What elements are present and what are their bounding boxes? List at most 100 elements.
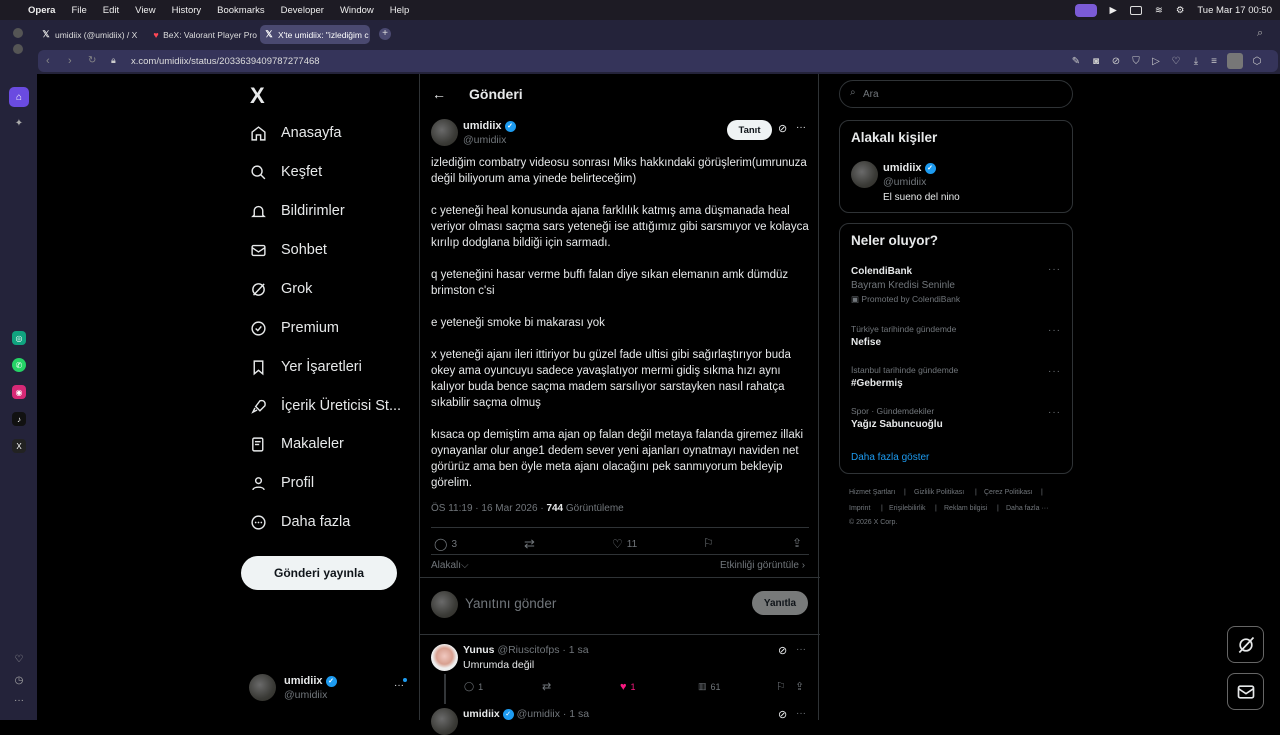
- nav-premium[interactable]: Premium: [249, 313, 339, 343]
- author-avatar[interactable]: [431, 119, 458, 146]
- adblock-icon[interactable]: ⊘: [1110, 55, 1122, 67]
- control-center-icon[interactable]: ⚙: [1176, 5, 1185, 16]
- home-icon[interactable]: ⌂: [9, 87, 29, 107]
- url-text[interactable]: x.com/umidiix/status/2033639409787277468: [131, 56, 320, 67]
- heart-icon[interactable]: ♡: [1170, 55, 1182, 67]
- author-handle[interactable]: @umidiix: [463, 134, 506, 146]
- back-icon[interactable]: ‹: [46, 55, 50, 67]
- nav-profile[interactable]: Profil: [249, 468, 314, 498]
- more-icon[interactable]: ···: [394, 680, 404, 691]
- footer-link[interactable]: Reklam bilgisi: [944, 505, 987, 512]
- back-arrow-icon[interactable]: ←: [432, 86, 446, 102]
- vpn-icon[interactable]: ⛉: [1130, 55, 1142, 67]
- download-icon[interactable]: ⤓: [1190, 55, 1202, 67]
- heart-icon[interactable]: ♡: [9, 649, 29, 669]
- bookmark-icon[interactable]: ⚐: [776, 680, 786, 693]
- menu-developer[interactable]: Developer: [281, 5, 324, 16]
- grok-icon[interactable]: ⊘: [778, 644, 787, 657]
- more-icon[interactable]: ···: [1048, 407, 1061, 418]
- whatsapp-icon[interactable]: ✆: [12, 358, 26, 372]
- menu-help[interactable]: Help: [390, 5, 410, 16]
- reply-avatar[interactable]: [431, 644, 458, 671]
- more-icon[interactable]: ···: [796, 122, 806, 133]
- reply-handle[interactable]: @Riuscitofps: [497, 644, 559, 656]
- more-icon[interactable]: ···: [9, 690, 29, 710]
- footer-link[interactable]: Daha fazla ···: [1006, 505, 1048, 512]
- profile-avatar-icon[interactable]: [1227, 53, 1243, 69]
- nav-creator-studio[interactable]: İçerik Üreticisi St...: [249, 391, 401, 421]
- reply-author[interactable]: umidiix: [463, 708, 500, 720]
- new-tab-button[interactable]: +: [379, 28, 391, 40]
- author-name[interactable]: umidiix ✓: [463, 120, 516, 132]
- nav-more[interactable]: Daha fazla: [249, 507, 350, 537]
- retweet-icon[interactable]: ⇄: [524, 536, 535, 552]
- reply-author[interactable]: Yunus: [463, 644, 495, 656]
- footer-link[interactable]: Hizmet Şartları: [849, 489, 895, 496]
- nav-home[interactable]: Anasayfa: [249, 118, 341, 148]
- promote-button[interactable]: Tanıt: [727, 120, 772, 140]
- tab-valorant[interactable]: ♥ BeX: Valorant Player Pro: [149, 25, 257, 44]
- messages-fab[interactable]: [1227, 673, 1264, 710]
- instagram-icon[interactable]: ◉: [12, 385, 26, 399]
- reply-time[interactable]: · 1 sa: [563, 708, 589, 720]
- tab-search-icon[interactable]: ⌕: [1257, 27, 1263, 40]
- like-action[interactable]: ♥ 1: [620, 681, 636, 693]
- reply-avatar[interactable]: [431, 708, 458, 735]
- view-activity-link[interactable]: Etkinliği görüntüle ›: [720, 560, 805, 571]
- grok-icon[interactable]: ⊘: [778, 122, 787, 135]
- play-icon[interactable]: ▶: [1110, 5, 1117, 16]
- grok-icon[interactable]: ⊘: [778, 708, 787, 721]
- tab-status[interactable]: 𝕏 X'te umidiix: "izlediğim c: [260, 25, 370, 44]
- share-icon[interactable]: ⇪: [792, 536, 802, 550]
- share-icon[interactable]: ⇪: [795, 680, 804, 693]
- post-button[interactable]: Gönderi yayınla: [241, 556, 397, 590]
- footer-link[interactable]: Erişilebilirlik: [889, 505, 926, 512]
- edit-icon[interactable]: ✎: [1070, 55, 1082, 67]
- rocket-icon[interactable]: ✦: [9, 113, 29, 133]
- reply-action[interactable]: ◯ 1: [464, 681, 483, 692]
- retweet-icon[interactable]: ⇄: [542, 680, 551, 693]
- clock[interactable]: Tue Mar 17 00:50: [1197, 5, 1272, 16]
- menu-app-name[interactable]: Opera: [28, 5, 55, 16]
- trend-item[interactable]: Türkiye tarihinde gündemde Nefise: [851, 324, 956, 348]
- more-icon[interactable]: ···: [1048, 325, 1061, 336]
- account-switcher[interactable]: umidiix ✓ @umidiix ···: [249, 672, 409, 704]
- views-action[interactable]: ▥ 61: [698, 681, 721, 692]
- camera-icon[interactable]: ◙: [1090, 55, 1102, 67]
- more-icon[interactable]: ···: [796, 708, 806, 719]
- menu-window[interactable]: Window: [340, 5, 374, 16]
- search-box[interactable]: ⌕ Ara: [839, 80, 1073, 108]
- footer-link[interactable]: Imprint: [849, 505, 870, 512]
- nav-bookmarks[interactable]: Yer İşaretleri: [249, 352, 362, 382]
- nav-chat[interactable]: Sohbet: [249, 235, 327, 265]
- menu-history[interactable]: History: [172, 5, 202, 16]
- url-box[interactable]: ‹ › ↻ 🔒︎ x.com/umidiix/status/2033639409…: [38, 50, 1278, 72]
- related-name[interactable]: umidiix ✓: [883, 162, 936, 174]
- history-icon[interactable]: ◷: [9, 670, 29, 690]
- nav-articles[interactable]: Makaleler: [249, 429, 344, 459]
- forward-icon[interactable]: ›: [68, 55, 72, 67]
- reply-handle[interactable]: @umidiix: [517, 708, 560, 720]
- trend-item[interactable]: İstanbul tarihinde gündemde #Gebermiş: [851, 365, 958, 389]
- more-icon[interactable]: ···: [1048, 366, 1061, 377]
- more-icon[interactable]: ···: [796, 644, 806, 655]
- post-time[interactable]: ÖS 11:19 · 16 Mar 2026 ·: [431, 503, 546, 514]
- wifi-icon[interactable]: ≋: [1155, 5, 1163, 16]
- bookmark-icon[interactable]: ⚐: [703, 536, 714, 550]
- play-icon[interactable]: ▷: [1150, 55, 1162, 67]
- more-icon[interactable]: ···: [1048, 264, 1061, 275]
- reply-time[interactable]: · 1 sa: [562, 644, 588, 656]
- battery-icon[interactable]: [1129, 5, 1142, 15]
- extensions-icon[interactable]: ⬡: [1251, 55, 1263, 67]
- search-input[interactable]: Ara: [863, 89, 879, 100]
- avatar[interactable]: [851, 161, 878, 188]
- reload-icon[interactable]: ↻: [88, 55, 96, 66]
- reply-button[interactable]: Yanıtla: [752, 591, 808, 615]
- promoted-trend[interactable]: ColendiBank Bayram Kredisi Seninle ▣ Pro…: [851, 266, 960, 305]
- nav-explore[interactable]: Keşfet: [249, 157, 322, 187]
- related-handle[interactable]: @umidiix: [883, 176, 926, 188]
- window-dot-icon[interactable]: [13, 44, 23, 54]
- footer-link[interactable]: Gizlilik Politikası: [914, 489, 964, 496]
- sort-relevance[interactable]: Alakalı⌵: [431, 560, 469, 571]
- nav-notifications[interactable]: Bildirimler: [249, 196, 345, 226]
